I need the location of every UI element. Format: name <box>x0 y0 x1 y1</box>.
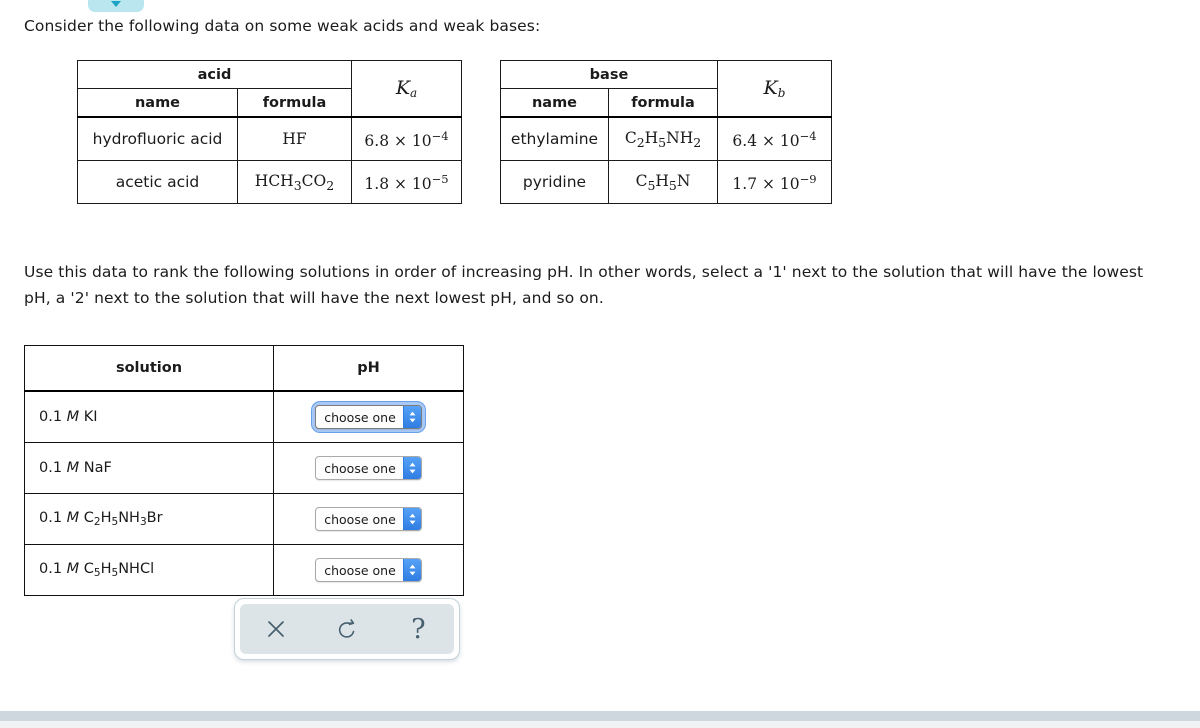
ph-rank-select-value: choose one <box>324 409 396 425</box>
solution-label: 0.1 M C5H5NHCl <box>24 544 274 596</box>
base-kb-value: 1.7 × 10−9 <box>717 160 832 204</box>
chevron-down-icon <box>111 1 121 7</box>
base-group-header: base <box>500 60 718 89</box>
bottom-divider-band <box>0 711 1200 721</box>
chevron-updown-icon[interactable] <box>402 508 421 530</box>
answer-toolbar-panel: ? <box>240 604 454 654</box>
question-mark-icon: ? <box>411 613 426 645</box>
ka-subscript: a <box>410 86 418 100</box>
table-row: 0.1 M C5H5NHCl choose one <box>24 544 464 596</box>
base-formula-header: formula <box>608 88 718 118</box>
base-name-header: name <box>500 88 609 118</box>
acid-group-header: acid <box>77 60 352 89</box>
help-button[interactable]: ? <box>396 609 440 649</box>
acid-ka-value: 1.8 × 10−5 <box>351 160 462 204</box>
table-row: ethylamine C2H5NH2 6.4 × 10−4 <box>500 116 832 161</box>
close-x-icon <box>267 621 284 637</box>
solution-label: 0.1 M KI <box>24 390 274 443</box>
solution-column-header: solution <box>24 345 274 392</box>
clear-button[interactable] <box>254 609 298 649</box>
chevron-updown-icon[interactable] <box>402 559 421 581</box>
acid-data-table: acid Ka name formula hydrofluoric acid H… <box>77 60 462 204</box>
base-name: ethylamine <box>500 116 609 161</box>
ph-rank-select[interactable]: choose one <box>315 507 422 531</box>
table-row: acetic acid HCH3CO2 1.8 × 10−5 <box>77 160 462 204</box>
kb-symbol: K <box>763 77 778 99</box>
ka-symbol: K <box>395 77 411 99</box>
chevron-updown-icon[interactable] <box>402 457 421 479</box>
answer-toolbar: ? <box>234 598 460 660</box>
acid-formula: HF <box>237 116 352 161</box>
solution-label: 0.1 M C2H5NH3Br <box>24 493 274 545</box>
base-formula: C5H5N <box>608 160 718 204</box>
bottom-footer-band <box>0 721 1200 728</box>
ph-rank-select-value: choose one <box>324 511 396 527</box>
acid-name-header: name <box>77 88 238 118</box>
solution-label: 0.1 M NaF <box>24 442 274 494</box>
undo-button[interactable] <box>325 609 369 649</box>
table-row: hydrofluoric acid HF 6.8 × 10−4 <box>77 116 462 161</box>
base-kb-value: 6.4 × 10−4 <box>717 116 832 161</box>
acid-formula: HCH3CO2 <box>237 160 352 204</box>
table-row: 0.1 M NaF choose one <box>24 442 464 494</box>
base-constant-header: Kb <box>717 60 832 118</box>
ph-rank-select[interactable]: choose one <box>315 558 422 582</box>
ph-rank-select[interactable]: choose one <box>315 456 422 480</box>
acid-name: acetic acid <box>77 160 238 204</box>
base-data-table: base Kb name formula ethylamine C2H5NH2 … <box>500 60 832 204</box>
ph-column-header: pH <box>273 345 464 392</box>
acid-constant-header: Ka <box>351 60 462 118</box>
ph-rank-select[interactable]: choose one <box>315 405 422 429</box>
question-prompt: Use this data to rank the following solu… <box>24 263 1144 307</box>
ph-rank-select-wrapper[interactable]: choose one <box>312 504 425 534</box>
base-formula: C2H5NH2 <box>608 116 718 161</box>
table-row: 0.1 M C2H5NH3Br choose one <box>24 493 464 545</box>
acid-ka-value: 6.8 × 10−4 <box>351 116 462 161</box>
ph-rank-select-wrapper[interactable]: choose one <box>312 453 425 483</box>
acid-formula-header: formula <box>237 88 352 118</box>
acid-name: hydrofluoric acid <box>77 116 238 161</box>
collapsed-panel-tab[interactable] <box>88 0 144 12</box>
table-row: pyridine C5H5N 1.7 × 10−9 <box>500 160 832 204</box>
undo-arrow-icon <box>338 619 355 638</box>
ph-rank-select-value: choose one <box>324 562 396 578</box>
ph-rank-select-value: choose one <box>324 460 396 476</box>
chevron-updown-icon[interactable] <box>402 406 421 428</box>
intro-text: Consider the following data on some weak… <box>24 17 541 35</box>
base-name: pyridine <box>500 160 609 204</box>
ph-rank-select-wrapper[interactable]: choose one <box>312 402 425 432</box>
solution-ranking-table: solution pH 0.1 M KI choose one 0.1 M Na… <box>24 345 464 596</box>
ph-rank-select-wrapper[interactable]: choose one <box>312 555 425 585</box>
kb-subscript: b <box>777 86 786 100</box>
table-row: 0.1 M KI choose one <box>24 390 464 443</box>
